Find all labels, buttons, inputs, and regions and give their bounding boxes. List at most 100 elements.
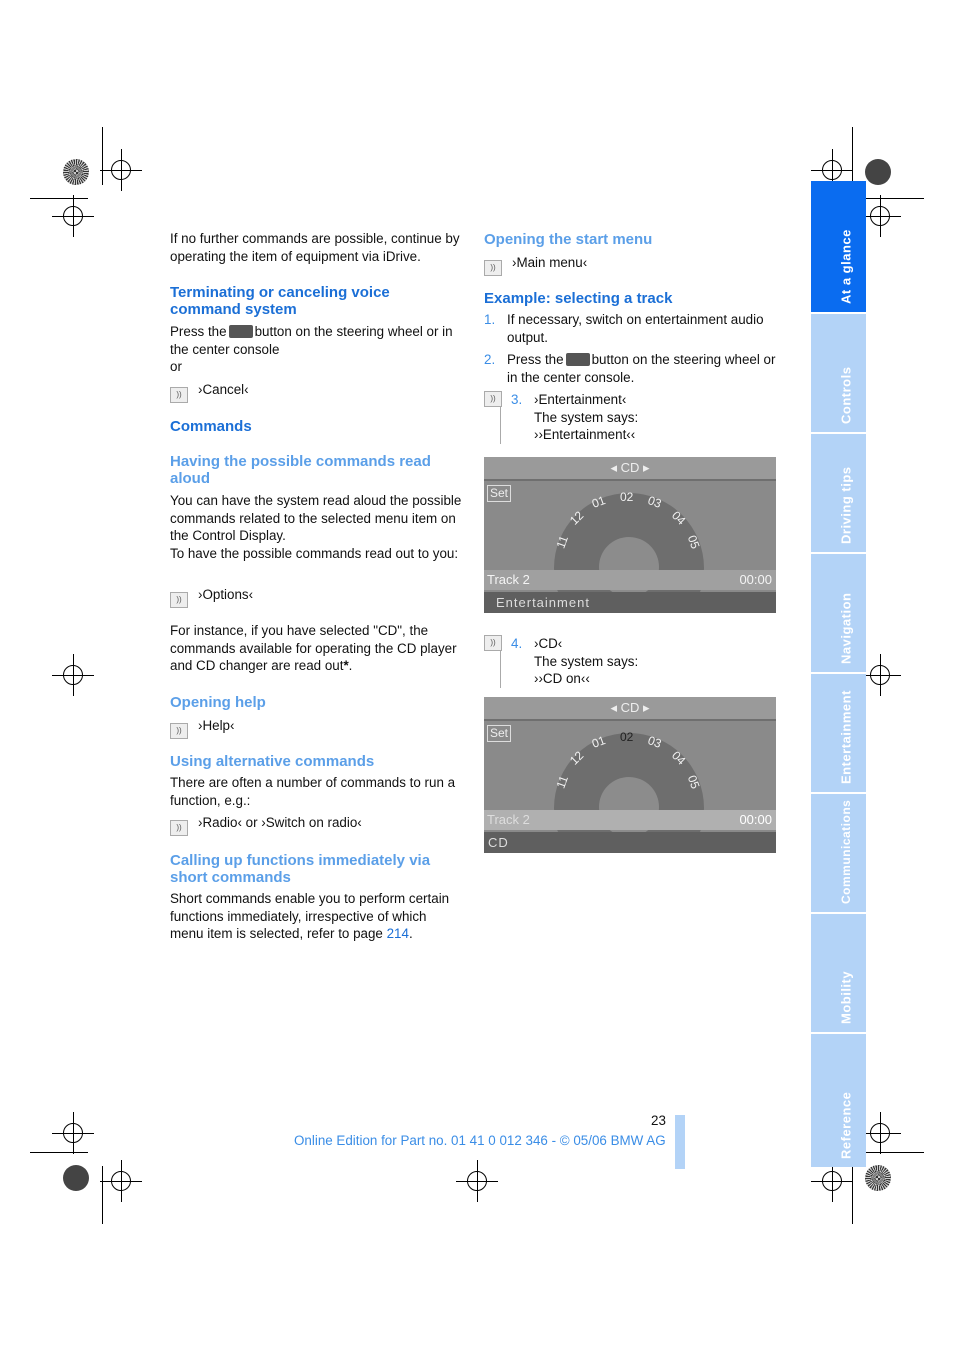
track-number: 02: [620, 730, 634, 744]
heading-commands: Commands: [170, 418, 252, 435]
crop-mark: [811, 1160, 853, 1202]
heading-example: Example: selecting a track: [484, 290, 673, 307]
tab-communications[interactable]: Communications: [811, 794, 866, 912]
text: Press the: [170, 324, 227, 339]
crop-mark: [811, 149, 853, 191]
track-time: 00:00: [739, 572, 772, 587]
tab-reference[interactable]: Reference: [811, 1034, 866, 1167]
tab-label: Communications: [838, 799, 853, 904]
trim-line: [866, 198, 924, 199]
command-text: ›CD‹: [534, 636, 563, 651]
text: To have the possible commands read out t…: [170, 545, 459, 561]
tab-label: Entertainment: [838, 690, 853, 784]
text: .: [408, 926, 413, 941]
screen-footer: Entertainment: [484, 592, 776, 613]
track-bar: Track 2 00:00: [484, 810, 776, 830]
crop-mark: [52, 1112, 94, 1154]
voice-command-icon: )): [170, 592, 188, 608]
step-number: 4.: [511, 636, 523, 651]
read-aloud-text: You can have the system read aloud the p…: [170, 492, 462, 562]
edition-note: Online Edition for Part no. 01 41 0 012 …: [294, 1133, 666, 1148]
tab-at-a-glance[interactable]: At a glance: [811, 181, 866, 312]
page-marker: [675, 1115, 685, 1169]
track-label: Track 2: [487, 572, 530, 587]
track-time: 00:00: [739, 812, 772, 827]
crop-mark: [456, 1160, 498, 1202]
voice-command: )) ›Options‹: [170, 586, 253, 608]
command-text: ›Main menu‹: [512, 255, 588, 270]
voice-command: )) ›Cancel‹: [170, 381, 249, 403]
footer-label: CD: [488, 835, 509, 850]
trim-line: [866, 1152, 924, 1153]
tab-label: Mobility: [838, 970, 853, 1024]
page-number: 23: [651, 1113, 666, 1128]
terminating-text: Press the button on the steering wheel or…: [170, 323, 462, 376]
trim-line: [852, 127, 853, 185]
tab-label: Navigation: [838, 592, 853, 664]
voice-command-icon: )): [484, 635, 502, 651]
registration-dot: [63, 159, 89, 185]
trim-line: [30, 1152, 88, 1153]
command-text: ›Help‹: [198, 718, 235, 733]
heading-alternative: Using alternative commands: [170, 753, 375, 770]
tab-mobility[interactable]: Mobility: [811, 914, 866, 1032]
tab-label: Driving tips: [838, 466, 853, 544]
tab-label: Controls: [838, 366, 853, 424]
cd-screen-cd-on: ◂ CD ▸ Set 11 12 01 02 03 04 05 Track 20…: [484, 697, 776, 853]
reply-text: ››Entertainment‹‹: [534, 427, 636, 442]
step-4: )) 4. ›CD‹ The system says: ››CD on‹‹: [484, 635, 638, 688]
crop-mark: [859, 654, 901, 696]
set-button: Set: [487, 725, 512, 742]
command-text: ›Cancel‹: [198, 382, 249, 397]
crop-mark: [100, 1160, 142, 1202]
voice-command: )) ›Help‹: [170, 717, 234, 739]
tab-navigation[interactable]: Navigation: [811, 554, 866, 672]
screen-footer: CD: [484, 832, 776, 853]
command-text: ›Options‹: [198, 587, 254, 602]
short-text: Short commands enable you to perform cer…: [170, 890, 462, 943]
crop-mark: [859, 1112, 901, 1154]
heading-read-aloud: Having the possible commands read aloud: [170, 453, 431, 487]
cd-screen-entertainment: ◂ CD ▸ Set 11 12 01 02 03 04 05 Track 20…: [484, 457, 776, 613]
command-text: ›Entertainment‹: [534, 392, 627, 407]
voice-command-icon: )): [484, 260, 502, 276]
intro-text: If no further commands are possible, con…: [170, 231, 460, 264]
command-text: ›Radio‹ or ›Switch on radio‹: [198, 815, 362, 830]
text: You can have the system read aloud the p…: [170, 493, 462, 543]
track-bar: Track 2 00:00: [484, 570, 776, 590]
registration-dot: [865, 1165, 891, 1191]
heading-help: Opening help: [170, 694, 266, 711]
crop-mark: [52, 195, 94, 237]
crop-mark: [100, 149, 142, 191]
step-number: 3.: [511, 392, 523, 407]
page-link[interactable]: 214: [387, 926, 409, 941]
title: CD: [620, 700, 640, 715]
registration-dot: [63, 1165, 89, 1191]
step-text: The system says:: [534, 409, 639, 425]
tab-label: At a glance: [838, 229, 853, 304]
read-aloud-example: For instance, if you have selected "CD",…: [170, 622, 462, 675]
trim-line: [102, 127, 103, 185]
voice-button-icon: [565, 353, 590, 366]
trim-line: [30, 198, 88, 199]
track-label: Track 2: [487, 812, 530, 827]
trim-line: [852, 1166, 853, 1224]
text: For instance, if you have selected "CD",…: [170, 623, 457, 673]
step-number: 1.: [484, 312, 496, 327]
reply-text: ››CD on‹‹: [534, 671, 590, 686]
voice-command: )) ›Radio‹ or ›Switch on radio‹: [170, 814, 362, 836]
step-text: Press the: [507, 352, 564, 367]
tab-controls[interactable]: Controls: [811, 314, 866, 432]
voice-command-icon: )): [170, 387, 188, 403]
voice-command-icon: )): [484, 391, 502, 407]
text: or: [170, 359, 182, 374]
track-number: 02: [620, 490, 634, 504]
step-number: 2.: [484, 352, 496, 367]
crop-mark: [52, 654, 94, 696]
registration-dot: [865, 159, 891, 185]
tab-entertainment[interactable]: Entertainment: [811, 674, 866, 792]
trim-line: [102, 1166, 103, 1224]
voice-command-icon: )): [170, 820, 188, 836]
tab-driving-tips[interactable]: Driving tips: [811, 434, 866, 552]
step-1: 1. If necessary, switch on entertainment …: [484, 311, 776, 346]
